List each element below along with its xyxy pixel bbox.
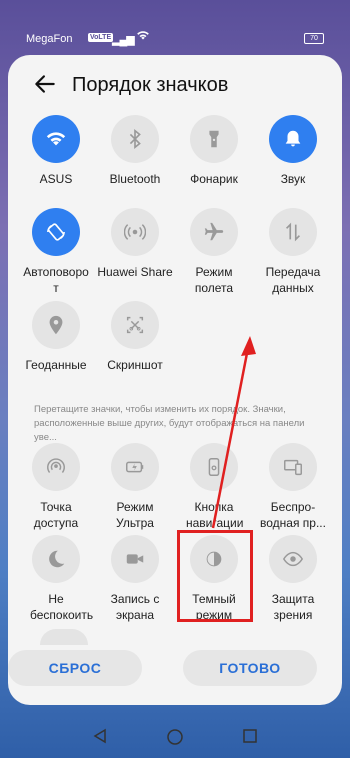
nav-recents-icon[interactable] [242, 728, 258, 744]
nav-back-icon[interactable] [92, 728, 108, 744]
nav-home-icon[interactable] [166, 728, 184, 746]
system-nav-bar [0, 712, 350, 758]
annotation-arrow-icon [211, 336, 256, 529]
